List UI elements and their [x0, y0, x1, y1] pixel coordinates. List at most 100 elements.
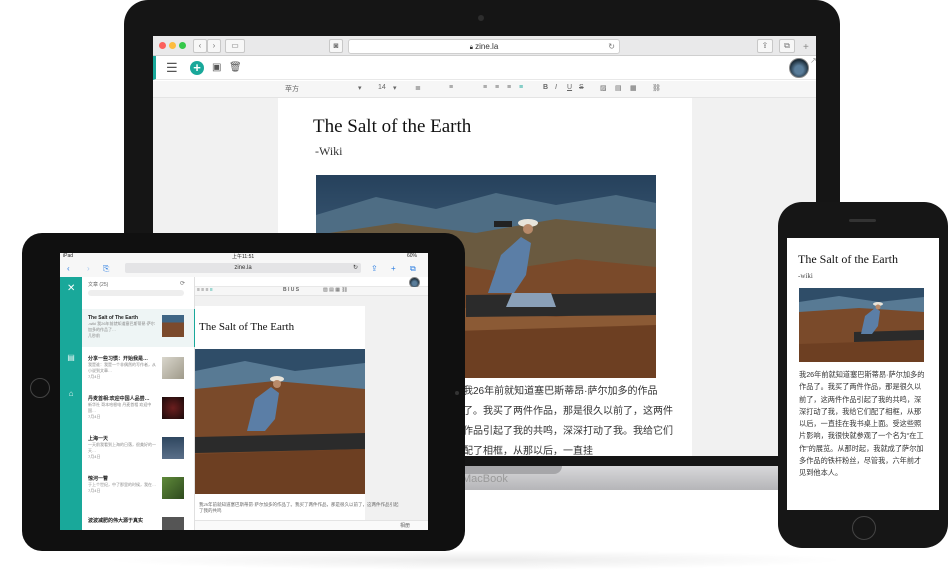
macbook-camera — [478, 15, 484, 21]
ipad-format-toolbar: ≡ ≡ ≡ ≡ B I U S ▨ ▤ ▦ ⛓︎ — [195, 287, 428, 296]
forward-button[interactable]: › — [207, 39, 221, 53]
add-icon[interactable]: + — [190, 61, 204, 75]
document-subtitle[interactable]: -wiki — [798, 272, 813, 280]
search-input[interactable] — [88, 290, 184, 296]
tabs-button[interactable]: ⧉ — [779, 39, 795, 53]
iphone-speaker — [849, 219, 876, 222]
list-item-thumbnail — [162, 477, 184, 499]
url-text: zine.la — [475, 42, 499, 51]
lock-icon: 🔒︎ — [469, 45, 473, 51]
strikethrough-icon[interactable]: S — [579, 84, 584, 91]
reload-icon[interactable]: ↻ — [608, 40, 615, 53]
macbook-brand-label: MacBook — [462, 473, 508, 485]
list-item[interactable]: 惊河一瞥 于上个世纪，中了那里的时候，我在… 7月4日 — [88, 475, 156, 494]
document-title[interactable]: The Salt of the Earth — [313, 116, 471, 138]
bottom-status[interactable]: 相册 — [400, 522, 410, 529]
bold-icon[interactable]: B I U S — [283, 287, 299, 293]
list-item-text: 新华社 哥本哈根电 丹麦首相 欢迎中国… — [88, 402, 152, 413]
line-height-icon[interactable]: ≣ — [415, 84, 421, 92]
chevron-down-icon: ▾ — [358, 85, 362, 92]
document-body[interactable]: 我26年前就知道塞巴斯蒂昂·萨尔加多的作品了。我买了两件作品，那是很久以前了，这… — [463, 382, 673, 456]
new-tab-icon[interactable]: + — [391, 264, 396, 273]
tag-icon[interactable]: ⌂ — [66, 389, 76, 399]
document-title[interactable]: The Salt of the Earth — [798, 252, 898, 267]
ipad-app-toolbar — [195, 277, 428, 288]
ipad-camera — [455, 391, 459, 395]
address-bar[interactable]: zine.la ↻ — [125, 263, 361, 273]
document-body[interactable]: 我26年前就知道塞巴斯蒂昂·萨尔加多的作品了。我买了两件作品，那是很久以前了，这… — [199, 502, 399, 514]
avatar[interactable] — [789, 58, 809, 78]
align-justify-icon[interactable]: ≡ — [519, 84, 523, 91]
close-window-button[interactable] — [159, 42, 166, 49]
list-item-thumbnail — [162, 517, 184, 530]
side-rail: ✕ ▤ ⌂ — [60, 277, 82, 530]
italic-icon[interactable]: I — [555, 84, 557, 91]
list-item[interactable]: 波波减肥的伟大源于真实 — [88, 517, 143, 524]
trash-icon[interactable]: 🗑︎ — [229, 60, 242, 76]
safari-toolbar: ‹ › ▭ ◙ 🔒︎ zine.la ↻ ⇪ ⧉ + — [153, 36, 816, 56]
share-button[interactable]: ⇪ — [757, 39, 773, 53]
forward-icon: › — [212, 41, 216, 50]
sidebar-toggle-button[interactable]: ▭ — [225, 39, 245, 53]
ipad-bottom-bar: 相册 — [195, 520, 428, 530]
text-block-icon[interactable]: ▤ — [615, 84, 622, 92]
list-item-text: 我是谁：我是一个非偶然的写作者，从小说到文章… — [88, 362, 156, 373]
document-photo — [799, 288, 924, 362]
align-right-icon[interactable]: ≡ — [507, 84, 511, 91]
image-icon[interactable]: ▨ — [600, 84, 607, 92]
iphone-screen: The Salt of the Earth -wiki 我26年前就知道塞巴斯蒂… — [787, 238, 939, 510]
list-item-date: 7月4日 — [88, 374, 101, 379]
save-icon[interactable]: ▣ — [212, 60, 221, 76]
ipad-status-bar: iPad 上午11:51 60% — [60, 253, 428, 260]
close-icon[interactable]: ✕ — [67, 283, 75, 294]
iphone-home-button[interactable] — [852, 516, 876, 540]
list-item-thumbnail — [162, 357, 184, 379]
clock: 上午11:51 — [232, 254, 255, 260]
reload-icon[interactable]: ↻ — [353, 263, 358, 273]
document-subtitle[interactable]: -Wiki — [315, 144, 343, 159]
share-icon[interactable]: ⇪ — [371, 264, 378, 273]
list-item-thumbnail — [162, 315, 184, 337]
list-item[interactable]: 上海一天 一天前我看到上海的日落，很美好的一天… 7月4日 — [88, 435, 156, 460]
format-toolbar: 苹方 ▾ 14 ▾ ≣ ≡ ≡ ≡ ≡ ≡ B I U S ▨ ▤ ▦ ⛓︎ — [153, 81, 816, 98]
image-icon[interactable]: ▨ ▤ ▦ ⛓︎ — [323, 287, 348, 293]
list-item-title: 分享一些习惯：开始我是… — [88, 356, 149, 362]
document-title[interactable]: The Salt of The Earth — [199, 321, 294, 333]
battery-label: 60% — [407, 253, 418, 259]
minimize-window-button[interactable] — [169, 42, 176, 49]
list-item[interactable]: The Salt of The Earth -wiki 我26年前就知道塞巴斯蒂… — [88, 315, 156, 339]
article-icon[interactable]: ▤ — [66, 353, 76, 363]
back-button[interactable]: ‹ — [193, 39, 207, 53]
back-icon[interactable]: ‹ — [67, 264, 70, 273]
tabs-icon: ⧉ — [784, 41, 790, 50]
align-justify-icon[interactable]: ≡ ≡ ≡ ≡ — [197, 287, 213, 293]
align-center-icon[interactable]: ≡ — [495, 84, 499, 91]
underline-icon[interactable]: U — [567, 84, 572, 91]
tabs-icon[interactable]: ⧉ — [410, 264, 416, 274]
privacy-report-button[interactable]: ◙ — [329, 39, 343, 53]
forward-icon[interactable]: › — [87, 264, 90, 273]
list-item-text: 一天前我看到上海的日落，很美好的一天… — [88, 442, 156, 453]
list-item[interactable]: 丹麦首相:欢迎中国人品尝… 新华社 哥本哈根电 丹麦首相 欢迎中国… 7月4日 — [88, 395, 156, 420]
app-toolbar: ☰ + ▣ 🗑︎ ↗ — [153, 56, 816, 80]
expand-icon[interactable]: ↗ — [810, 56, 816, 65]
ipad-home-button[interactable] — [30, 378, 50, 398]
chevron-down-icon: ▾ — [393, 85, 397, 92]
font-select[interactable]: 苹方 — [285, 84, 299, 94]
document-body[interactable]: 我26年前就知道塞巴斯蒂昂·萨尔加多的作品了。我买了两件作品，那是很久以前了，这… — [799, 369, 927, 480]
link-icon[interactable]: ⛓︎ — [652, 84, 661, 92]
list-item[interactable]: 分享一些习惯：开始我是… 我是谁：我是一个非偶然的写作者，从小说到文章… 7月4… — [88, 355, 156, 380]
new-tab-button[interactable]: + — [803, 42, 809, 53]
ipad-screen: iPad 上午11:51 60% ‹ › ⎘ zine.la ↻ ⇪ + ⧉ ✕… — [60, 253, 428, 530]
font-size-select[interactable]: 14 — [378, 84, 386, 91]
heading-icon[interactable]: ≡ — [449, 84, 453, 91]
bookmarks-icon[interactable]: ⎘ — [103, 264, 109, 274]
table-icon[interactable]: ▦ — [630, 84, 637, 92]
zoom-window-button[interactable] — [179, 42, 186, 49]
hamburger-icon[interactable]: ☰ — [166, 60, 178, 76]
photographer-landscape-image — [195, 349, 365, 494]
align-left-icon[interactable]: ≡ — [483, 84, 487, 91]
address-bar[interactable]: 🔒︎ zine.la ↻ — [348, 39, 620, 54]
bold-icon[interactable]: B — [543, 84, 548, 91]
sync-icon[interactable]: ⟳ — [180, 280, 185, 287]
